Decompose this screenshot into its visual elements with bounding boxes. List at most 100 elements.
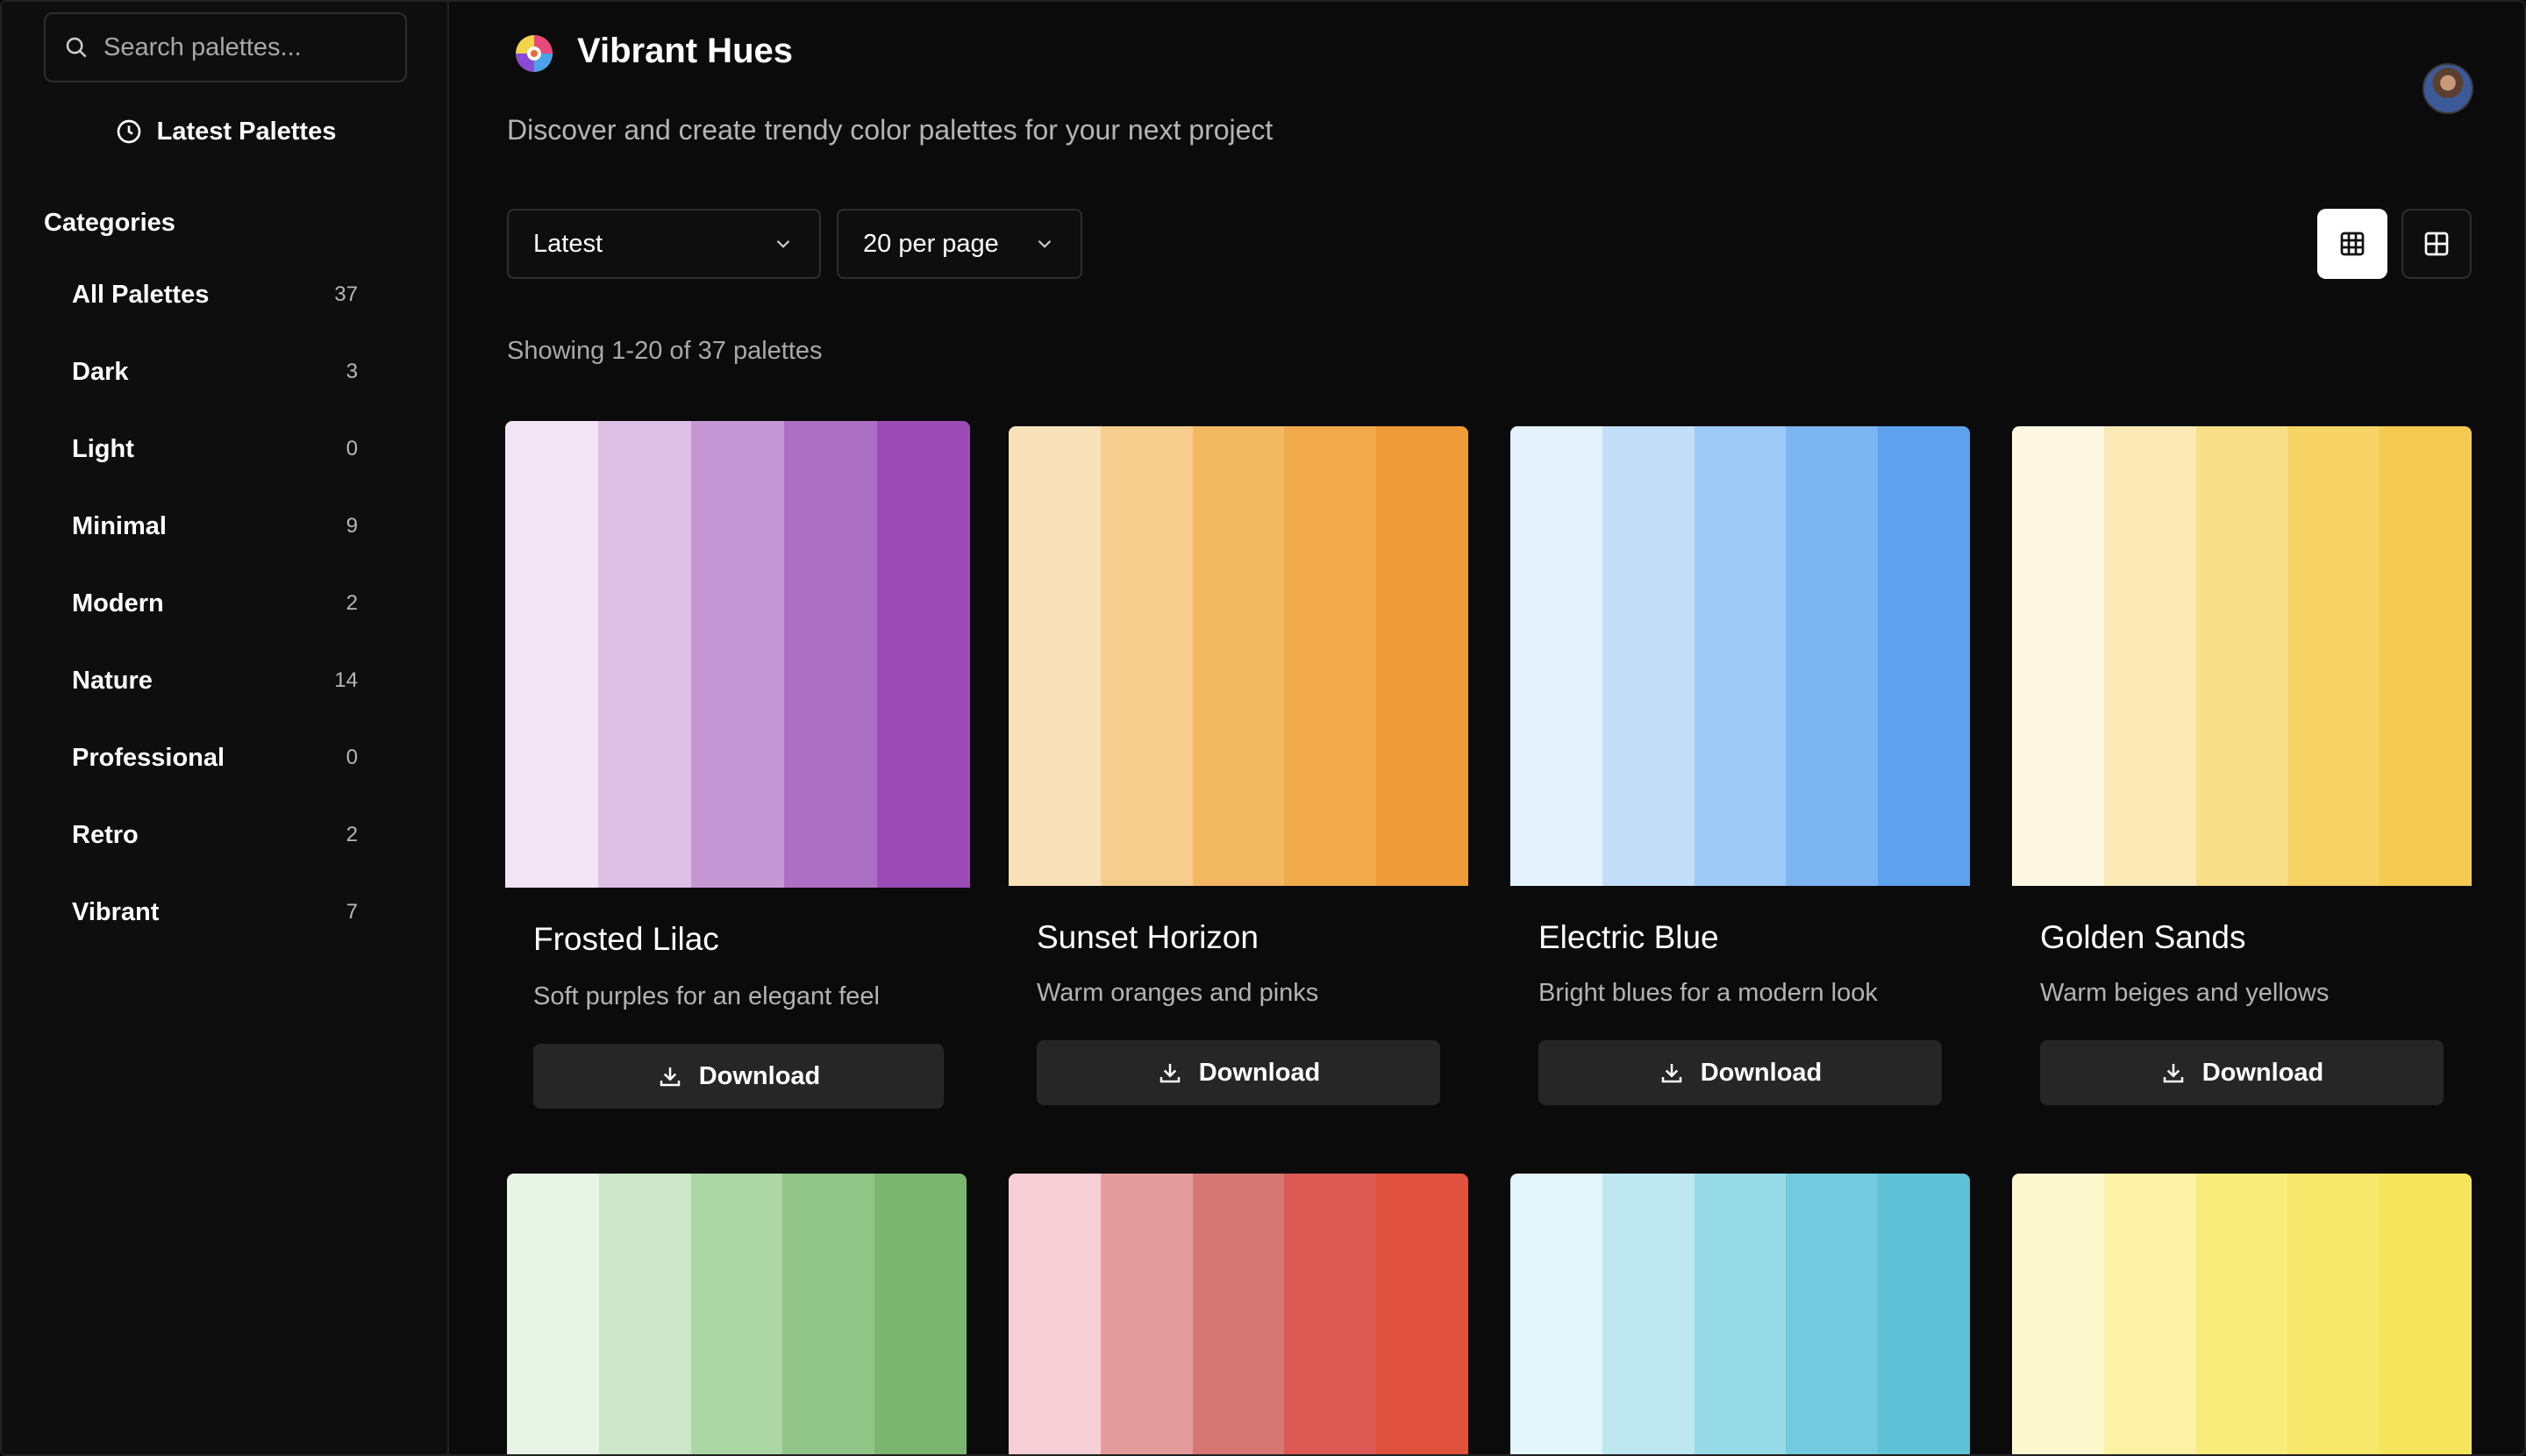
download-button[interactable]: Download bbox=[1538, 1040, 1942, 1105]
chevron-down-icon bbox=[1038, 239, 1052, 248]
palette-swatches[interactable] bbox=[2012, 426, 2472, 886]
palette-card[interactable] bbox=[507, 1174, 967, 1454]
category-count: 3 bbox=[346, 360, 358, 383]
palette-description: Bright blues for a modern look bbox=[1538, 979, 1878, 1007]
sidebar-item-modern[interactable]: Modern 2 bbox=[44, 565, 377, 642]
search-box[interactable] bbox=[44, 12, 407, 82]
category-label: Vibrant bbox=[72, 897, 160, 926]
palette-card[interactable]: Sunset Horizon Warm oranges and pinks Do… bbox=[1009, 426, 1468, 1105]
color-swatch[interactable] bbox=[1602, 426, 1695, 886]
color-swatch[interactable] bbox=[2103, 426, 2196, 886]
color-swatch[interactable] bbox=[2195, 426, 2288, 886]
palette-card[interactable] bbox=[2012, 1174, 2472, 1454]
sidebar-item-light[interactable]: Light 0 bbox=[44, 410, 377, 488]
palette-card[interactable]: Golden Sands Warm beiges and yellows Dow… bbox=[2012, 426, 2472, 1105]
large-grid-view-button[interactable] bbox=[2401, 209, 2472, 279]
color-swatch[interactable] bbox=[1694, 426, 1787, 886]
palette-card[interactable] bbox=[1510, 1174, 1970, 1454]
category-label: Minimal bbox=[72, 511, 167, 540]
sidebar-item-nature[interactable]: Nature 14 bbox=[44, 642, 377, 719]
sidebar-item-all-palettes[interactable]: All Palettes 37 bbox=[44, 256, 377, 333]
avatar[interactable] bbox=[2423, 63, 2473, 114]
download-icon bbox=[2163, 1064, 2183, 1083]
color-swatch[interactable] bbox=[1284, 1174, 1377, 1454]
color-swatch[interactable] bbox=[690, 1174, 783, 1454]
sidebar-item-minimal[interactable]: Minimal 9 bbox=[44, 488, 377, 565]
color-swatch[interactable] bbox=[1376, 426, 1468, 886]
sidebar-item-retro[interactable]: Retro 2 bbox=[44, 796, 377, 874]
color-swatch[interactable] bbox=[2380, 1174, 2472, 1454]
category-count: 37 bbox=[334, 282, 358, 306]
color-swatch[interactable] bbox=[1602, 1174, 1695, 1454]
sort-select-value: Latest bbox=[533, 229, 603, 258]
color-swatch[interactable] bbox=[1510, 1174, 1602, 1454]
palette-card[interactable] bbox=[1009, 1174, 1468, 1454]
color-swatch[interactable] bbox=[1100, 426, 1193, 886]
palette-swatches[interactable] bbox=[505, 421, 970, 888]
download-icon bbox=[1661, 1064, 1681, 1083]
color-swatch[interactable] bbox=[598, 421, 691, 888]
sidebar-item-professional[interactable]: Professional 0 bbox=[44, 719, 377, 796]
color-swatch[interactable] bbox=[1786, 426, 1879, 886]
palette-name: Golden Sands bbox=[2040, 919, 2246, 955]
color-swatch[interactable] bbox=[2195, 1174, 2288, 1454]
category-count: 14 bbox=[334, 668, 358, 692]
color-swatch[interactable] bbox=[877, 421, 970, 888]
color-swatch[interactable] bbox=[1100, 1174, 1193, 1454]
color-swatch[interactable] bbox=[1376, 1174, 1468, 1454]
download-icon bbox=[660, 1067, 680, 1087]
color-swatch[interactable] bbox=[1009, 426, 1101, 886]
page-title: Vibrant Hues bbox=[577, 32, 793, 70]
download-button[interactable]: Download bbox=[533, 1044, 944, 1109]
color-swatch[interactable] bbox=[2012, 1174, 2104, 1454]
color-swatch[interactable] bbox=[1878, 426, 1970, 886]
color-swatch[interactable] bbox=[1878, 1174, 1970, 1454]
palette-swatches[interactable] bbox=[1510, 426, 1970, 886]
palette-card[interactable]: Electric Blue Bright blues for a modern … bbox=[1510, 426, 1970, 1105]
color-swatch[interactable] bbox=[598, 1174, 691, 1454]
color-swatch[interactable] bbox=[1284, 426, 1377, 886]
palette-swatches[interactable] bbox=[2012, 1174, 2472, 1454]
color-swatch[interactable] bbox=[2287, 426, 2380, 886]
categories-heading: Categories bbox=[44, 209, 175, 237]
color-swatch[interactable] bbox=[874, 1174, 967, 1454]
palette-description: Warm beiges and yellows bbox=[2040, 979, 2330, 1007]
color-swatch[interactable] bbox=[2012, 426, 2104, 886]
color-swatch[interactable] bbox=[1192, 426, 1285, 886]
search-input[interactable] bbox=[102, 32, 382, 63]
color-swatch[interactable] bbox=[691, 421, 784, 888]
color-swatch[interactable] bbox=[1192, 1174, 1285, 1454]
palette-swatches[interactable] bbox=[1510, 1174, 1970, 1454]
color-swatch[interactable] bbox=[1510, 426, 1602, 886]
per-page-select-value: 20 per page bbox=[863, 229, 999, 258]
latest-palettes-label: Latest Palettes bbox=[156, 117, 337, 146]
color-swatch[interactable] bbox=[2103, 1174, 2196, 1454]
category-label: Modern bbox=[72, 589, 164, 617]
color-swatch[interactable] bbox=[784, 421, 877, 888]
palette-card[interactable]: Frosted Lilac Soft purples for an elegan… bbox=[505, 421, 970, 1109]
color-swatch[interactable] bbox=[2287, 1174, 2380, 1454]
grid-large-icon bbox=[2424, 232, 2449, 256]
palette-swatches[interactable] bbox=[1009, 1174, 1468, 1454]
sidebar-item-vibrant[interactable]: Vibrant 7 bbox=[44, 874, 377, 951]
palette-description: Soft purples for an elegant feel bbox=[533, 982, 880, 1010]
color-swatch[interactable] bbox=[505, 421, 598, 888]
download-icon bbox=[1160, 1064, 1180, 1083]
color-swatch[interactable] bbox=[507, 1174, 599, 1454]
color-swatch[interactable] bbox=[782, 1174, 875, 1454]
color-swatch[interactable] bbox=[1786, 1174, 1879, 1454]
category-count: 0 bbox=[346, 746, 358, 769]
color-swatch[interactable] bbox=[1694, 1174, 1787, 1454]
sidebar-item-dark[interactable]: Dark 3 bbox=[44, 333, 377, 410]
grid-view-button[interactable] bbox=[2317, 209, 2387, 279]
download-button[interactable]: Download bbox=[1037, 1040, 1440, 1105]
color-swatch[interactable] bbox=[2380, 426, 2472, 886]
per-page-select[interactable]: 20 per page bbox=[837, 209, 1082, 279]
palette-swatches[interactable] bbox=[1009, 426, 1468, 886]
category-label: Professional bbox=[72, 743, 225, 772]
palette-swatches[interactable] bbox=[507, 1174, 967, 1454]
sort-select[interactable]: Latest bbox=[507, 209, 821, 279]
download-button[interactable]: Download bbox=[2040, 1040, 2444, 1105]
latest-palettes-button[interactable]: Latest Palettes bbox=[44, 105, 407, 158]
color-swatch[interactable] bbox=[1009, 1174, 1101, 1454]
